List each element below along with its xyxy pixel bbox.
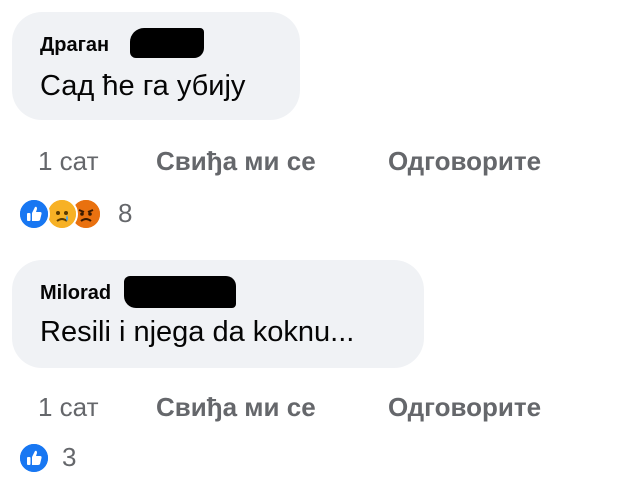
reply-button[interactable]: Одговорите [388,392,541,423]
sad-icon [46,198,78,230]
like-button[interactable]: Свиђа ми се [156,146,316,177]
comment-author[interactable]: Драган [40,34,109,57]
reaction-count: 3 [62,442,77,472]
like-icon [18,442,50,474]
comment-text: Сад ће га убију [40,70,246,102]
comment-time[interactable]: 1 сат [38,392,98,423]
comment-bubble: Milorad Resili i njega da koknu... [12,260,424,368]
reactions-summary[interactable]: 3 [18,442,98,474]
like-button[interactable]: Свиђа ми се [156,392,316,423]
reactions-summary[interactable]: 8 [18,198,148,230]
author-redaction [130,28,204,58]
comment-bubble: Драган Сад ће га убију [12,12,300,120]
reply-button[interactable]: Одговорите [388,146,541,177]
reaction-count: 8 [118,198,133,228]
comment-author[interactable]: Milorad [40,282,111,305]
comment-text: Resili i njega da koknu... [40,316,355,348]
like-icon [18,198,50,230]
comment-time[interactable]: 1 сат [38,146,98,177]
author-redaction [124,276,236,308]
